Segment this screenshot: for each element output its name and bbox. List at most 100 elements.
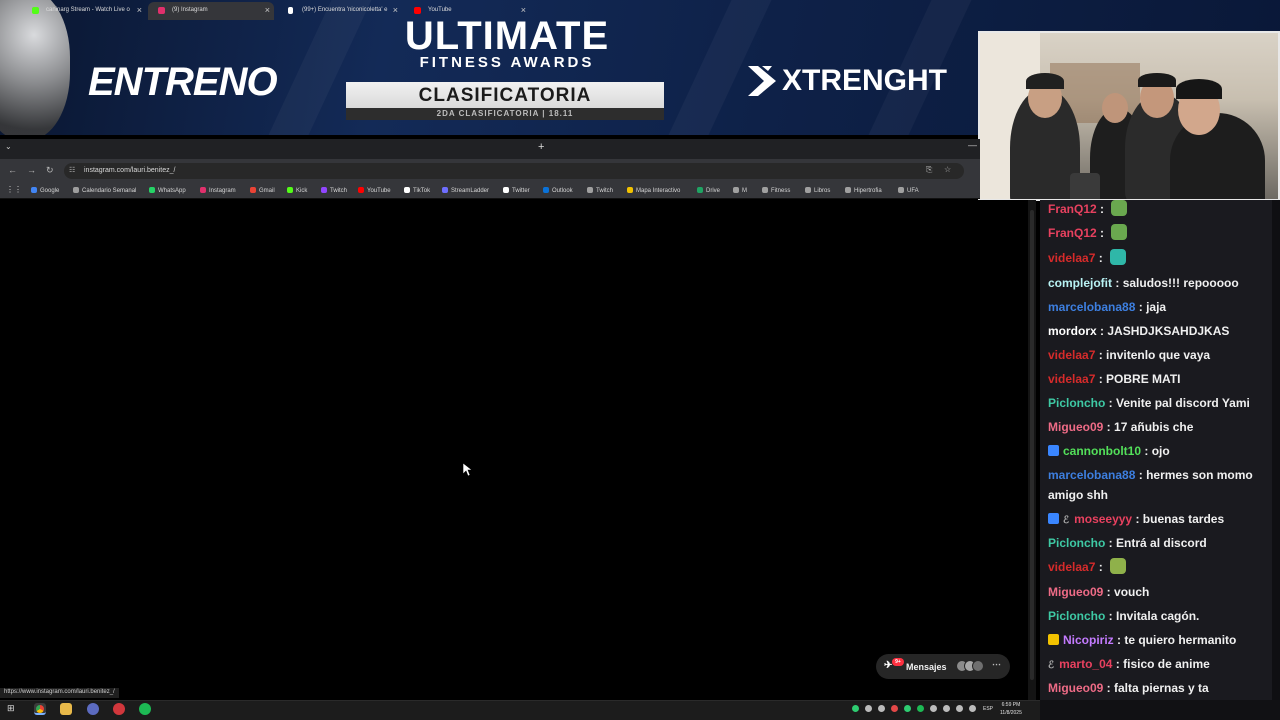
chat-username[interactable]: moseeyyy <box>1074 512 1132 526</box>
bookmark-item[interactable]: Drive <box>697 187 720 194</box>
chat-username[interactable]: FranQ12 <box>1048 202 1097 216</box>
site-info-icon[interactable]: ☷ <box>69 166 75 174</box>
tray-icon[interactable] <box>930 705 937 712</box>
chat-username[interactable]: videlaa7 <box>1048 372 1095 386</box>
chat-username[interactable]: Migueo09 <box>1048 585 1103 599</box>
chat-text: invitenlo que vaya <box>1106 348 1211 362</box>
chat-username[interactable]: Picloncho <box>1048 396 1105 410</box>
back-icon[interactable]: ← <box>8 165 17 175</box>
chat-username[interactable]: videlaa7 <box>1048 348 1095 362</box>
tray-icon[interactable] <box>878 705 885 712</box>
bookmark-favicon-icon <box>31 187 37 193</box>
bookmark-item[interactable]: Mapa Interactivo <box>627 187 680 194</box>
tray-icon[interactable] <box>865 705 872 712</box>
bookmark-item[interactable]: Twitter <box>503 187 530 194</box>
bookmark-item[interactable]: Instagram <box>200 187 236 194</box>
wifi-icon[interactable] <box>956 705 963 712</box>
bookmark-item[interactable]: Outlook <box>543 187 573 194</box>
chat-username[interactable]: mordorx <box>1048 324 1097 338</box>
chat-message: Migueo09 : falta piernas y ta <box>1048 678 1272 698</box>
messages-badge: 9+ <box>892 658 904 666</box>
scrollbar-thumb[interactable] <box>1030 210 1034 680</box>
app-taskbar-icon[interactable] <box>113 703 125 715</box>
close-tab-icon[interactable]: × <box>521 5 526 15</box>
bookmark-item[interactable]: YouTube <box>358 187 391 194</box>
close-tab-icon[interactable]: × <box>265 5 270 15</box>
chat-username[interactable]: Nicopiriz <box>1063 633 1114 647</box>
chat-username[interactable]: complejofit <box>1048 276 1112 290</box>
chat-username[interactable]: videlaa7 <box>1048 251 1095 265</box>
browser-tab-active[interactable]: (9) Instagram × <box>148 2 274 20</box>
reload-icon[interactable]: ↻ <box>46 165 54 176</box>
bookmark-item[interactable]: UFA <box>898 187 919 194</box>
bookmark-item[interactable]: StreamLadder <box>442 187 489 194</box>
banner-box-subtitle: 2DA CLASIFICATORIA | 18.11 <box>346 108 664 120</box>
bookmark-favicon-icon <box>73 187 79 193</box>
webcam-feed <box>978 31 1280 201</box>
sponsor-text: XTRENGHT <box>782 64 947 97</box>
chat-username[interactable]: marcelobana88 <box>1048 468 1135 482</box>
more-icon[interactable]: ⋯ <box>992 659 1001 670</box>
chat-username[interactable]: videlaa7 <box>1048 560 1095 574</box>
new-tab-button[interactable]: + <box>538 141 544 153</box>
chrome-taskbar-icon[interactable] <box>34 703 46 715</box>
tray-icon[interactable] <box>917 705 924 712</box>
bookmark-item[interactable]: Calendario Semanal <box>73 187 136 194</box>
chat-username[interactable]: marto_04 <box>1059 657 1112 671</box>
chat-separator: : <box>1113 633 1125 647</box>
clock[interactable]: 6:59 PM 11/8/2025 <box>1000 701 1022 717</box>
chat-border <box>1272 200 1280 720</box>
volume-icon[interactable] <box>969 705 976 712</box>
bookmark-item[interactable]: Twitch <box>587 187 613 194</box>
browser-tab[interactable]: (99+) Encuentra 'niconicoletta' e × <box>278 2 402 20</box>
browser-tab[interactable]: caninarg Stream - Watch Live o × <box>22 2 146 20</box>
bookmark-item[interactable]: M <box>733 187 747 194</box>
bookmark-item[interactable]: Gmail <box>250 187 275 194</box>
bookmark-item[interactable]: TikTok <box>404 187 430 194</box>
bookmark-item[interactable]: Hipertrofia <box>845 187 882 194</box>
app-taskbar-icon[interactable] <box>87 703 99 715</box>
bookmark-item[interactable]: Twitch <box>321 187 347 194</box>
bookmark-item[interactable]: Libros <box>805 187 830 194</box>
close-tab-icon[interactable]: × <box>393 5 398 15</box>
chat-text: buenas tardes <box>1142 512 1225 526</box>
tray-icon[interactable] <box>891 705 898 712</box>
banner-clasificatoria-box: CLASIFICATORIA 2DA CLASIFICATORIA | 18.1… <box>346 82 664 120</box>
chat-message: marcelobana88 : hermes son momo amigo sh… <box>1048 465 1272 505</box>
bookmark-item[interactable]: Fitness <box>762 187 790 194</box>
close-tab-icon[interactable]: × <box>137 5 142 15</box>
bookmark-star-icon[interactable]: ☆ <box>944 165 951 174</box>
banner-title: ULTIMATE <box>404 14 610 58</box>
file-explorer-icon[interactable] <box>60 703 72 715</box>
bookmark-item[interactable]: WhatsApp <box>149 187 186 194</box>
apps-grid-icon[interactable]: ⋮⋮ <box>6 185 22 194</box>
bookmark-item[interactable]: Kick <box>287 187 307 194</box>
language-indicator[interactable]: ESP <box>983 706 993 712</box>
chat-text: vouch <box>1114 585 1150 599</box>
messages-button[interactable]: ✈ 9+ Mensajes ⋯ <box>876 654 1010 679</box>
bookmark-item[interactable]: Google <box>31 187 59 194</box>
chat-username[interactable]: Migueo09 <box>1048 420 1103 434</box>
chat-text: falta piernas y ta <box>1114 681 1209 695</box>
tray-icon[interactable] <box>904 705 911 712</box>
tray-icon[interactable] <box>852 705 859 712</box>
chat-username[interactable]: cannonbolt10 <box>1063 444 1141 458</box>
url-input[interactable] <box>64 163 964 179</box>
tray-icon[interactable] <box>943 705 950 712</box>
chat-text: saludos!!! repooooo <box>1122 276 1239 290</box>
forward-icon[interactable]: → <box>27 165 36 175</box>
chat-username[interactable]: FranQ12 <box>1048 226 1097 240</box>
browser-tab[interactable]: YouTube × <box>404 2 530 20</box>
chat-text: fisico de anime <box>1123 657 1210 671</box>
install-app-icon[interactable]: ⎘ <box>926 165 932 175</box>
chat-username[interactable]: Picloncho <box>1048 536 1105 550</box>
start-menu-icon[interactable]: ⊞ <box>7 703 19 715</box>
minimize-window-icon[interactable]: — <box>968 140 977 150</box>
tab-search-icon[interactable]: ⌄ <box>5 142 12 151</box>
chat-username[interactable]: marcelobana88 <box>1048 300 1135 314</box>
chat-username[interactable]: Migueo09 <box>1048 681 1103 695</box>
mouse-cursor-icon <box>463 463 473 477</box>
chat-message: videlaa7 : <box>1048 248 1272 268</box>
spotify-taskbar-icon[interactable] <box>139 703 151 715</box>
chat-username[interactable]: Picloncho <box>1048 609 1105 623</box>
